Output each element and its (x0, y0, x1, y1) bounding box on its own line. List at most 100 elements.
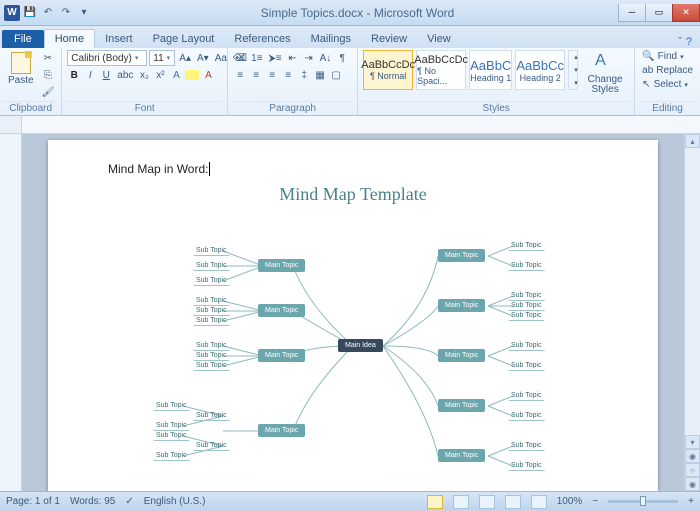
style-no-spacing[interactable]: AaBbCcDc¶ No Spaci... (416, 50, 466, 90)
node-sub[interactable]: Sub Topic (153, 421, 190, 431)
bold-button[interactable]: B (67, 67, 81, 83)
node-sub[interactable]: Sub Topic (508, 391, 545, 401)
change-case-icon[interactable]: Aa (213, 50, 229, 66)
show-marks-icon[interactable]: ¶ (335, 50, 349, 66)
node-main[interactable]: Main Topic (438, 249, 485, 262)
borders-icon[interactable]: ▢ (329, 67, 343, 83)
highlight-icon[interactable] (185, 70, 199, 80)
align-left-icon[interactable]: ≡ (233, 67, 247, 83)
tab-insert[interactable]: Insert (95, 30, 143, 48)
tab-mailings[interactable]: Mailings (301, 30, 361, 48)
help-icon[interactable]: ? (686, 36, 692, 48)
mind-map[interactable]: Main Idea Main Topic Main Topic Main Top… (108, 211, 598, 491)
decrease-indent-icon[interactable]: ⇤ (286, 50, 300, 66)
maximize-button[interactable]: ▭ (645, 4, 673, 22)
node-sub[interactable]: Sub Topic (193, 351, 230, 361)
node-sub[interactable]: Sub Topic (508, 241, 545, 251)
ruler-horizontal[interactable] (0, 116, 700, 134)
node-main[interactable]: Main Topic (258, 259, 305, 272)
undo-icon[interactable]: ↶ (40, 5, 56, 21)
node-main[interactable]: Main Topic (258, 349, 305, 362)
zoom-out-icon[interactable]: − (592, 496, 598, 507)
tab-review[interactable]: Review (361, 30, 417, 48)
ruler-vertical[interactable] (0, 134, 22, 491)
tab-file[interactable]: File (2, 30, 44, 48)
view-web-layout[interactable] (479, 495, 495, 509)
font-color-icon[interactable]: A (201, 67, 215, 83)
node-main[interactable]: Main Topic (258, 304, 305, 317)
node-sub[interactable]: Sub Topic (508, 441, 545, 451)
node-sub[interactable]: Sub Topic (193, 316, 230, 326)
align-right-icon[interactable]: ≡ (265, 67, 279, 83)
sort-icon[interactable]: A↓ (318, 50, 334, 66)
cut-icon[interactable]: ✂ (40, 50, 57, 66)
node-main[interactable]: Main Topic (438, 349, 485, 362)
multilevel-icon[interactable]: ⮞≡ (267, 50, 284, 66)
node-sub[interactable]: Sub Topic (193, 261, 230, 271)
close-button[interactable]: ✕ (672, 4, 700, 22)
paste-button[interactable]: Paste (5, 50, 37, 88)
node-sub[interactable]: Sub Topic (508, 411, 545, 421)
underline-button[interactable]: U (99, 67, 113, 83)
shrink-font-icon[interactable]: A▾ (195, 50, 211, 66)
view-draft[interactable] (531, 495, 547, 509)
node-sub[interactable]: Sub Topic (508, 341, 545, 351)
tab-home[interactable]: Home (44, 29, 95, 48)
node-sub[interactable]: Sub Topic (508, 301, 545, 311)
text-effects-icon[interactable]: A (169, 67, 183, 83)
numbering-icon[interactable]: 1≡ (249, 50, 264, 66)
line-spacing-icon[interactable]: ‡ (297, 67, 311, 83)
font-family-combo[interactable]: Calibri (Body)▾ (67, 50, 147, 66)
node-sub[interactable]: Sub Topic (508, 461, 545, 471)
superscript-icon[interactable]: x² (153, 67, 167, 83)
node-sub[interactable]: Sub Topic (193, 441, 230, 451)
node-main[interactable]: Main Topic (438, 399, 485, 412)
node-center[interactable]: Main Idea (338, 339, 383, 352)
strikethrough-icon[interactable]: abc (115, 67, 135, 83)
proofing-icon[interactable]: ✓ (125, 496, 133, 507)
node-sub[interactable]: Sub Topic (193, 296, 230, 306)
node-sub[interactable]: Sub Topic (508, 261, 545, 271)
bullets-icon[interactable]: •≡ (233, 50, 247, 66)
node-sub[interactable]: Sub Topic (508, 361, 545, 371)
save-icon[interactable]: 💾 (22, 5, 38, 21)
style-heading-1[interactable]: AaBbCHeading 1 (469, 50, 512, 90)
minimize-ribbon-icon[interactable]: ˇ (678, 36, 682, 48)
scroll-down-icon[interactable]: ▾ (685, 435, 700, 449)
prev-page-icon[interactable]: ◉ (685, 449, 700, 463)
view-full-screen[interactable] (453, 495, 469, 509)
minimize-button[interactable]: ─ (618, 4, 646, 22)
align-center-icon[interactable]: ≡ (249, 67, 263, 83)
next-page-icon[interactable]: ◉ (685, 477, 700, 491)
copy-icon[interactable]: ⎘ (40, 67, 57, 83)
node-sub[interactable]: Sub Topic (193, 276, 230, 286)
document-heading[interactable]: Mind Map in Word: (108, 162, 598, 176)
view-outline[interactable] (505, 495, 521, 509)
browse-object-icon[interactable]: ○ (685, 463, 700, 477)
redo-icon[interactable]: ↷ (58, 5, 74, 21)
node-main[interactable]: Main Topic (438, 449, 485, 462)
tab-references[interactable]: References (224, 30, 300, 48)
scroll-up-icon[interactable]: ▴ (685, 134, 700, 148)
zoom-slider[interactable] (608, 500, 678, 503)
node-main[interactable]: Main Topic (438, 299, 485, 312)
zoom-level[interactable]: 100% (557, 496, 583, 507)
justify-icon[interactable]: ≡ (281, 67, 295, 83)
node-sub[interactable]: Sub Topic (153, 431, 190, 441)
grow-font-icon[interactable]: A▴ (177, 50, 193, 66)
replace-button[interactable]: abReplace (640, 64, 695, 77)
shading-icon[interactable]: ▦ (313, 67, 327, 83)
view-print-layout[interactable] (427, 495, 443, 509)
find-button[interactable]: 🔍Find▾ (640, 50, 685, 63)
format-painter-icon[interactable]: 🖌 (40, 84, 57, 100)
status-words[interactable]: Words: 95 (70, 496, 115, 507)
node-sub[interactable]: Sub Topic (193, 411, 230, 421)
tab-page-layout[interactable]: Page Layout (143, 30, 225, 48)
node-sub[interactable]: Sub Topic (193, 246, 230, 256)
italic-button[interactable]: I (83, 67, 97, 83)
diagram-title[interactable]: Mind Map Template (108, 184, 598, 205)
node-sub[interactable]: Sub Topic (193, 306, 230, 316)
node-main[interactable]: Main Topic (258, 424, 305, 437)
node-sub[interactable]: Sub Topic (153, 451, 190, 461)
increase-indent-icon[interactable]: ⇥ (302, 50, 316, 66)
